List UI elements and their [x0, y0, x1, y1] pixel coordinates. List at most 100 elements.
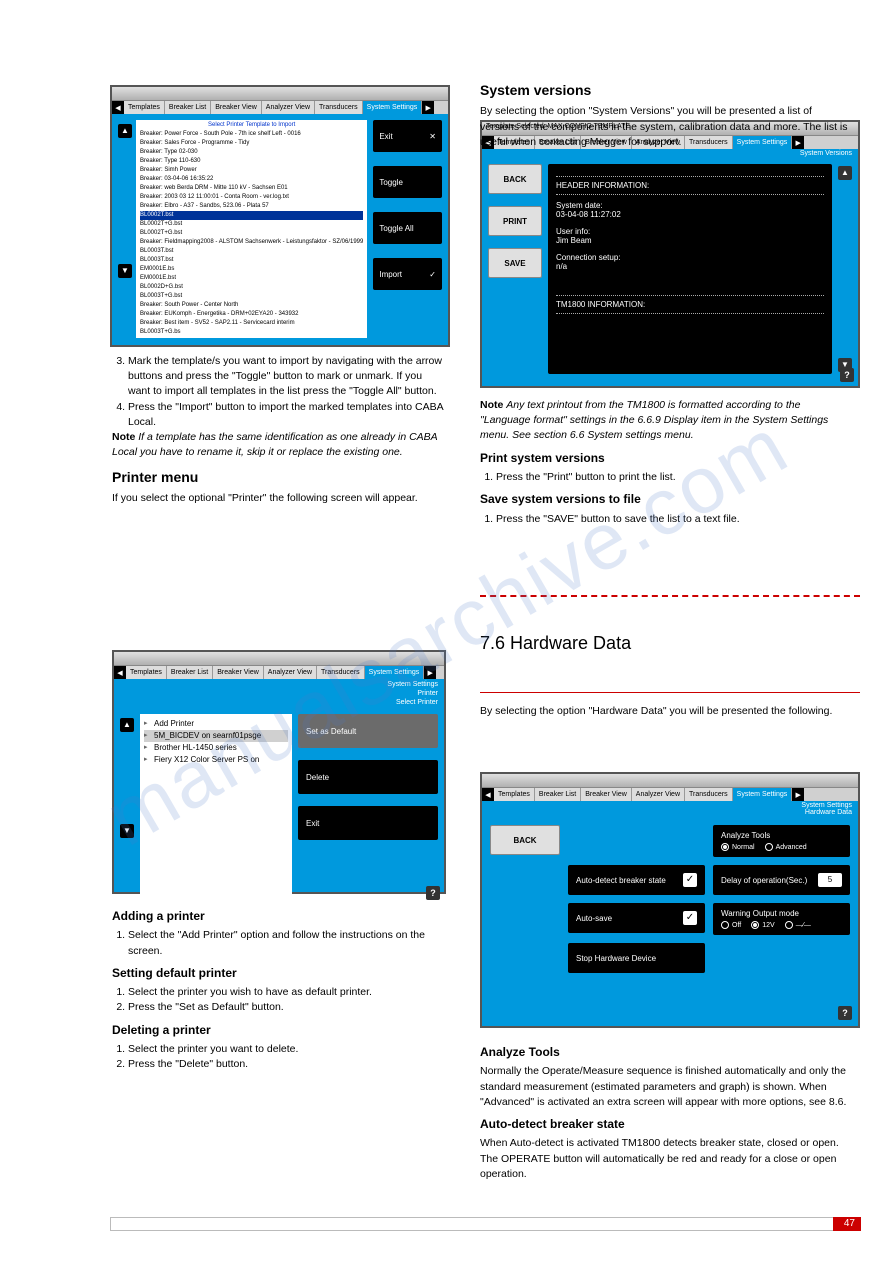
- template-list[interactable]: Select Printer Template to Import Breake…: [136, 120, 367, 338]
- sub-header: System Settings Printer Select Printer: [114, 679, 444, 708]
- set-default-button[interactable]: Set as Default: [298, 714, 438, 748]
- list-item[interactable]: Breaker: web Berda DRM - Mitte 110 kV - …: [140, 184, 363, 193]
- list-item[interactable]: BL0003T.bst: [140, 247, 363, 256]
- scroll-down-icon[interactable]: ▼: [120, 824, 134, 838]
- list-item[interactable]: EM0001E.bst: [140, 274, 363, 283]
- user-info-label: User info:: [556, 227, 824, 236]
- tab-system-settings[interactable]: System Settings: [365, 666, 425, 679]
- list-item[interactable]: Fiery X12 Color Server PS on: [144, 754, 288, 766]
- scroll-up-icon[interactable]: ▲: [118, 124, 132, 138]
- tab-templates[interactable]: Templates: [494, 788, 535, 801]
- list-item[interactable]: Breaker: TC1T: [140, 337, 363, 338]
- list-item[interactable]: Breaker: Power Force - South Pole - 7th …: [140, 130, 363, 139]
- list-item[interactable]: BL0002T+G.bst: [140, 229, 363, 238]
- hardware-data-intro: By selecting the option "Hardware Data" …: [480, 704, 850, 725]
- toggle-button[interactable]: Toggle: [373, 166, 442, 198]
- list-item[interactable]: Breaker: Simh Power: [140, 166, 363, 175]
- tab-templates[interactable]: Templates: [126, 666, 167, 679]
- scroll-up-icon[interactable]: ▲: [120, 718, 134, 732]
- tab-right-arrow[interactable]: ▶: [792, 788, 804, 801]
- help-icon[interactable]: ?: [838, 1006, 852, 1020]
- tab-analyzer-view[interactable]: Analyzer View: [262, 101, 315, 114]
- list-item[interactable]: BL0002D+G.bst: [140, 283, 363, 292]
- list-item[interactable]: BL0002T.bst: [140, 211, 363, 220]
- list-item[interactable]: Add Printer: [144, 718, 288, 730]
- tab-breaker-view[interactable]: Breaker View: [211, 101, 262, 114]
- analyze-tools-label: Analyze Tools: [721, 831, 770, 840]
- toggle-all-button[interactable]: Toggle All: [373, 212, 442, 244]
- back-button[interactable]: BACK: [490, 825, 560, 855]
- list-item[interactable]: BL0003T.bst: [140, 256, 363, 265]
- help-icon[interactable]: ?: [426, 886, 440, 900]
- list-item[interactable]: Brother HL-1450 series: [144, 742, 288, 754]
- tab-left-arrow[interactable]: ◀: [114, 666, 126, 679]
- list-item[interactable]: Breaker: Type 02-030: [140, 148, 363, 157]
- tab-right-arrow[interactable]: ▶: [424, 666, 436, 679]
- print-button[interactable]: PRINT: [488, 206, 542, 236]
- list-item[interactable]: Breaker: Sales Force - Programme - Tidy: [140, 139, 363, 148]
- help-icon[interactable]: ?: [840, 368, 854, 382]
- auto-detect-card[interactable]: Auto-detect breaker state ✓: [568, 865, 705, 895]
- screenshot-import-templates: ◀ Templates Breaker List Breaker View An…: [110, 85, 450, 347]
- tab-analyzer-view[interactable]: Analyzer View: [632, 788, 685, 801]
- list-item[interactable]: BL0003T+G.bs: [140, 328, 363, 337]
- tab-templates[interactable]: Templates: [124, 101, 165, 114]
- user-info-value: Jim Beam: [556, 236, 824, 245]
- list-item[interactable]: Breaker: Best item - SV52 - SAP2.11 - Se…: [140, 319, 363, 328]
- save-button[interactable]: SAVE: [488, 248, 542, 278]
- list-item[interactable]: EM0001E.bs: [140, 265, 363, 274]
- page-footer-bar: [110, 1217, 861, 1231]
- list-item[interactable]: Breaker: Fieldmapping2008 - ALSTOM Sachs…: [140, 238, 363, 247]
- connection-label: Connection setup:: [556, 253, 824, 262]
- tab-system-settings[interactable]: System Settings: [363, 101, 423, 114]
- tab-transducers[interactable]: Transducers: [685, 788, 733, 801]
- analyze-advanced-radio[interactable]: Advanced: [765, 843, 807, 851]
- analyze-normal-radio[interactable]: Normal: [721, 843, 755, 851]
- scroll-down-icon[interactable]: ▼: [118, 264, 132, 278]
- screenshot-system-versions: Template Selected: MAX CONFIG TEMPLATE ◀…: [480, 120, 860, 388]
- tab-breaker-view[interactable]: Breaker View: [213, 666, 264, 679]
- tab-analyzer-view[interactable]: Analyzer View: [264, 666, 317, 679]
- list-item[interactable]: 5M_BICDEV on searnf01psge: [144, 730, 288, 742]
- tab-breaker-view[interactable]: Breaker View: [581, 788, 632, 801]
- exit-button[interactable]: Exit✕: [373, 120, 442, 152]
- list-item[interactable]: Breaker: Elbro - A37 - Sandbs, 523.06 - …: [140, 202, 363, 211]
- back-button[interactable]: BACK: [488, 164, 542, 194]
- auto-save-card[interactable]: Auto-save ✓: [568, 903, 705, 933]
- warn-off-radio[interactable]: Off: [721, 921, 741, 929]
- tab-transducers[interactable]: Transducers: [317, 666, 365, 679]
- tab-left-arrow[interactable]: ◀: [482, 788, 494, 801]
- list-item[interactable]: Breaker: Type 110-630: [140, 157, 363, 166]
- window-titlebar: [482, 774, 858, 788]
- instructions-left-1: Mark the template/s you want to import b…: [112, 354, 444, 512]
- list-item[interactable]: Breaker: EUKomph - Energetika - DRM+02EY…: [140, 310, 363, 319]
- scroll-up-icon[interactable]: ▲: [838, 166, 852, 180]
- checkbox-icon[interactable]: ✓: [683, 873, 697, 887]
- stop-hardware-button[interactable]: Stop Hardware Device: [568, 943, 705, 973]
- printer-list[interactable]: Add Printer5M_BICDEV on searnf01psgeBrot…: [140, 714, 292, 898]
- checkbox-icon[interactable]: ✓: [683, 911, 697, 925]
- tab-system-settings[interactable]: System Settings: [733, 788, 793, 801]
- list-item[interactable]: Breaker: 03-04-06 16:35:22: [140, 175, 363, 184]
- tab-left-arrow[interactable]: ◀: [112, 101, 124, 114]
- tab-transducers[interactable]: Transducers: [315, 101, 363, 114]
- tab-breaker-list[interactable]: Breaker List: [535, 788, 581, 801]
- list-item[interactable]: Breaker: South Power - Center North: [140, 301, 363, 310]
- screenshot-hardware-data: ◀ Templates Breaker List Breaker View An…: [480, 772, 860, 1028]
- delay-input[interactable]: 5: [818, 873, 842, 887]
- list-item[interactable]: Breaker: 2003 03 12 11:00:01 - Conta Roo…: [140, 193, 363, 202]
- system-date-label: System date:: [556, 201, 824, 210]
- tab-breaker-list[interactable]: Breaker List: [165, 101, 211, 114]
- warning-output-card: Warning Output mode Off 12V —⁄—: [713, 903, 850, 935]
- exit-button[interactable]: Exit: [298, 806, 438, 840]
- info-panel: HEADER INFORMATION: System date: 03-04-0…: [548, 164, 832, 374]
- list-item[interactable]: BL0003T+G.bst: [140, 292, 363, 301]
- window-titlebar: [112, 87, 448, 101]
- delete-button[interactable]: Delete: [298, 760, 438, 794]
- import-button[interactable]: Import✓: [373, 258, 442, 290]
- tab-right-arrow[interactable]: ▶: [422, 101, 434, 114]
- tab-breaker-list[interactable]: Breaker List: [167, 666, 213, 679]
- warn-12v-radio[interactable]: 12V: [751, 921, 774, 929]
- warn-dash-radio[interactable]: —⁄—: [785, 921, 811, 929]
- list-item[interactable]: BL0002T+G.bst: [140, 220, 363, 229]
